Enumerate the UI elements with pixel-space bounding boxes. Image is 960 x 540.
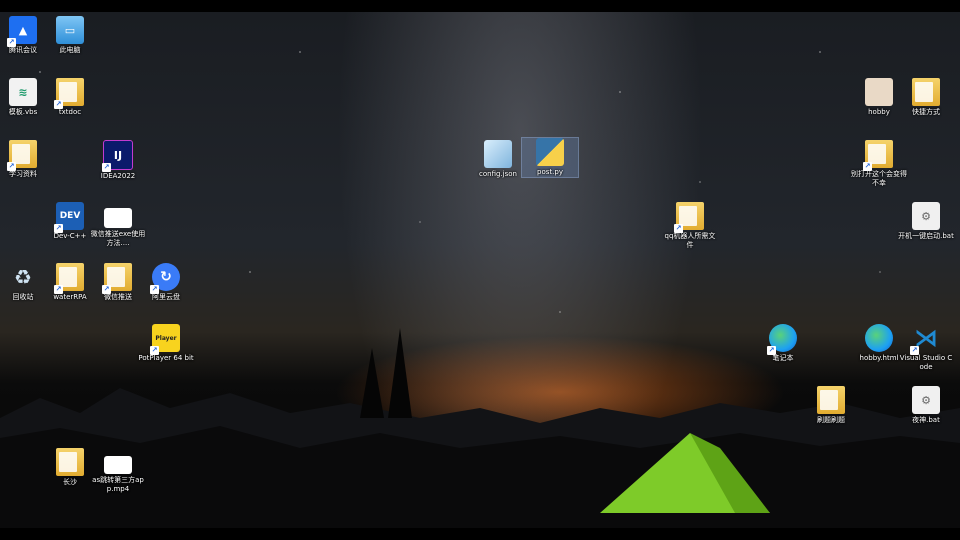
folder-icon: [56, 448, 84, 476]
video-file-icon: [104, 456, 132, 474]
folder-icon: [54, 78, 84, 109]
icon-label: Visual Studio Code: [899, 354, 953, 371]
desktop-icon-config-json[interactable]: config.json: [470, 140, 526, 179]
icon-label: 此电脑: [59, 46, 81, 54]
desktop-icon-aliyun-drive[interactable]: ↻ 阿里云盘: [138, 263, 194, 302]
icon-label: as跳转第三方app.mp4: [92, 476, 144, 493]
folder-icon: [102, 263, 132, 294]
folder-icon: [54, 263, 84, 294]
folder-icon: [7, 140, 37, 171]
icon-label: 微信推送exe使用方法....: [90, 230, 146, 247]
folder-icon: [674, 202, 704, 233]
aliyun-drive-icon: ↻: [150, 263, 180, 294]
bat-file-icon: ⚙: [912, 202, 940, 230]
icon-label: PotPlayer 64 bit: [138, 354, 194, 362]
potplayer-icon: Player: [150, 324, 180, 355]
dev-cpp-icon: DEV: [54, 202, 84, 233]
icon-label: 开机一键启动.bat: [898, 232, 954, 240]
icon-label: post.py: [537, 168, 563, 176]
desktop-icon-post-py[interactable]: post.py: [521, 137, 579, 178]
python-file-icon: [536, 138, 564, 166]
icon-label: 学习资料: [9, 170, 37, 178]
desktop-icon-practice[interactable]: 刷题刷题: [803, 386, 859, 425]
icon-label: config.json: [479, 170, 517, 178]
desktop-icon-wechat-push-video[interactable]: 微信推送exe使用方法....: [90, 208, 146, 248]
icon-label: IDEA2022: [100, 172, 136, 180]
desktop-icon-this-pc[interactable]: ▭ 此电脑: [42, 16, 98, 55]
recycle-bin-icon: ♻: [14, 265, 32, 289]
edge-icon: [767, 324, 797, 355]
vbs-script-icon: ≋: [9, 78, 37, 106]
folder-icon: [817, 386, 845, 414]
desktop-icon-potplayer[interactable]: Player PotPlayer 64 bit: [138, 324, 194, 363]
desktop-icon-startup-bat[interactable]: ⚙ 开机一键启动.bat: [898, 202, 954, 241]
icon-label: 别打开这个会变得不幸: [851, 170, 907, 187]
folder-icon: [912, 78, 940, 106]
desktop-icon-shortcuts[interactable]: 快捷方式: [898, 78, 954, 117]
tencent-meeting-icon: ▲: [7, 16, 37, 47]
icon-label: 刷题刷题: [817, 416, 845, 424]
bottom-letterbox: [0, 528, 960, 540]
json-file-icon: [484, 140, 512, 168]
vscode-icon: ⋊: [910, 324, 940, 355]
desktop-icon-qq-bot-files[interactable]: qq机器人所需文件: [662, 202, 718, 250]
icon-label: qq机器人所需文件: [664, 232, 716, 249]
icon-label: txtdoc: [58, 108, 82, 116]
desktop-icon-vscode[interactable]: ⋊ Visual Studio Code: [898, 324, 954, 372]
desktop-icon-txtdoc[interactable]: txtdoc: [42, 78, 98, 117]
icon-label: 阿里云盘: [152, 293, 180, 301]
folder-icon: [863, 140, 893, 171]
icon-label: 笔记本: [772, 354, 794, 362]
edge-icon: [865, 324, 893, 352]
computer-icon: ▭: [56, 16, 84, 44]
image-icon: [865, 78, 893, 106]
intellij-idea-icon: IJ: [102, 140, 133, 172]
video-file-icon: [104, 208, 132, 228]
bat-file-icon: ⚙: [912, 386, 940, 414]
desktop-icon-study-materials[interactable]: 学习资料: [0, 140, 51, 179]
desktop-icon-nox-bat[interactable]: ⚙ 夜神.bat: [898, 386, 954, 425]
desktop-icon-dont-open[interactable]: 别打开这个会变得不幸: [851, 140, 907, 188]
icon-label: 快捷方式: [912, 108, 940, 116]
top-letterbox: [0, 0, 960, 12]
desktop-icon-notebook[interactable]: 笔记本: [755, 324, 811, 363]
desktop-icon-idea2022[interactable]: IJ IDEA2022: [90, 140, 146, 181]
desktop-icon-as-video[interactable]: as跳转第三方app.mp4: [90, 456, 146, 494]
icon-label: 夜神.bat: [912, 416, 940, 424]
